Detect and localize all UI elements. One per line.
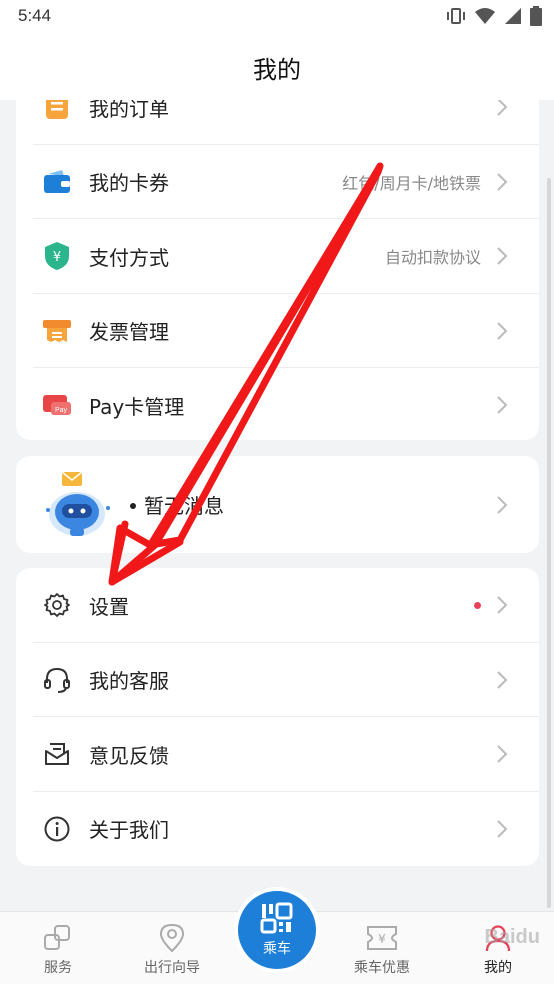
tab-label: 服务 [44,960,72,976]
chevron-right-icon [497,745,508,763]
signal-icon [505,8,521,24]
svg-text:¥: ¥ [53,250,61,265]
menu-label: 我的订单 [89,100,169,121]
ride-label: 乘车 [263,941,291,957]
menu-hint: 红包/周月卡/地铁票 [342,173,481,193]
payment-shield-icon: ¥ [42,241,72,271]
notification-dot [474,601,481,609]
bullet-dot [130,503,136,509]
feedback-mail-icon [42,739,72,769]
svg-text:¥: ¥ [378,932,386,946]
scrollbar[interactable] [547,178,551,908]
menu-row-orders[interactable]: 我的订单 [16,100,539,145]
menu-row-settings[interactable]: 设置 [16,568,539,643]
tab-offers[interactable]: ¥ 乘车优惠 [346,912,418,984]
menu-row-payment[interactable]: ¥ 支付方式 自动扣款协议 [16,219,539,294]
chevron-right-icon [497,247,508,265]
wallet-icon [42,167,72,197]
chevron-right-icon [497,820,508,838]
menu-label: 我的客服 [89,669,169,694]
location-pin-icon [159,923,185,953]
page-title: 我的 [253,55,301,84]
menu-label: 设置 [89,594,129,619]
menu-row-support[interactable]: 我的客服 [16,643,539,717]
menu-row-about[interactable]: 关于我们 [16,792,539,867]
message-row[interactable]: 暂无消息 [16,456,539,553]
svg-text:Pay: Pay [55,407,68,414]
tab-service[interactable]: 服务 [28,912,88,984]
chevron-right-icon [497,396,508,414]
chevron-right-icon [497,100,508,116]
tab-label: 出行向导 [144,960,200,976]
status-bar: 5:44 [0,0,554,34]
menu-hint: 自动扣款协议 [384,248,481,268]
chevron-right-icon [497,322,508,340]
tab-guide[interactable]: 出行向导 [136,912,208,984]
status-icons [446,6,542,26]
message-card[interactable]: 暂无消息 [16,456,539,553]
menu-row-paycard[interactable]: Pay Pay卡管理 [16,368,539,440]
info-icon [42,814,72,844]
robot-mascot-icon [44,470,114,542]
menu-label: 关于我们 [89,818,169,843]
menu-row-invoice[interactable]: 发票管理 [16,294,539,368]
menu-row-feedback[interactable]: 意见反馈 [16,717,539,792]
menu-label: Pay卡管理 [89,394,185,419]
ride-qr-button[interactable]: 乘车 [234,887,320,973]
vibrate-icon [447,8,465,24]
battery-icon [530,6,542,26]
account-card: 我的订单 我的卡券 红包/周月卡/地铁票 ¥ 支付方式 自动扣款协议 发票管理 … [16,100,539,440]
menu-label: 支付方式 [89,245,169,270]
headset-icon [42,665,72,695]
status-time: 5:44 [18,6,52,25]
tab-label: 乘车优惠 [354,960,410,976]
qr-code-icon [260,902,293,934]
settings-card: 设置 我的客服 意见反馈 关于我们 [16,568,539,866]
invoice-icon [42,316,72,346]
menu-label: 发票管理 [89,320,169,345]
ticket-icon: ¥ [367,926,397,950]
wifi-icon [475,8,495,24]
ride-button-inner[interactable]: 乘车 [238,891,316,969]
content-scroll[interactable]: 我的订单 我的卡券 红包/周月卡/地铁票 ¥ 支付方式 自动扣款协议 发票管理 … [0,100,554,911]
pay-card-icon: Pay [42,390,72,420]
watermark: Baidu [484,926,540,948]
chevron-right-icon [497,173,508,191]
message-text: 暂无消息 [144,494,224,518]
chevron-right-icon [497,495,508,514]
menu-row-coupons[interactable]: 我的卡券 红包/周月卡/地铁票 [16,145,539,219]
title-bar: 我的 [0,34,554,100]
chevron-right-icon [497,596,508,614]
order-icon [42,100,72,122]
service-icon [44,925,70,950]
menu-label: 我的卡券 [89,171,169,196]
tab-label: 我的 [484,960,512,976]
menu-label: 意见反馈 [89,743,169,768]
gear-icon [42,590,72,620]
chevron-right-icon [497,671,508,689]
